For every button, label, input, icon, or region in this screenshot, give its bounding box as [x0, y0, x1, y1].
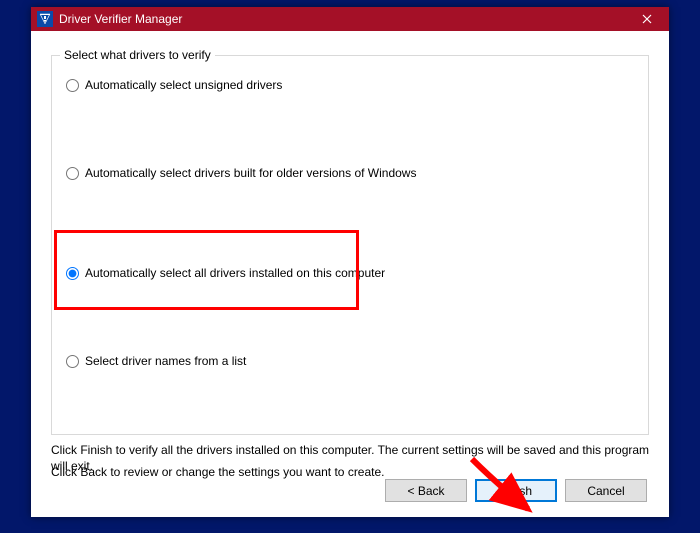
app-icon — [37, 11, 53, 27]
radio-label: Automatically select drivers built for o… — [85, 166, 416, 180]
radio-older-windows-drivers[interactable]: Automatically select drivers built for o… — [66, 166, 416, 180]
radio-label: Automatically select unsigned drivers — [85, 78, 282, 92]
close-icon — [642, 14, 652, 24]
radio-input[interactable] — [66, 79, 79, 92]
radio-input[interactable] — [66, 355, 79, 368]
radio-label: Automatically select all drivers install… — [85, 266, 385, 280]
close-button[interactable] — [624, 7, 669, 31]
groupbox-legend: Select what drivers to verify — [60, 48, 215, 62]
window-title: Driver Verifier Manager — [59, 12, 624, 26]
driver-select-groupbox: Select what drivers to verify Automatica… — [51, 55, 649, 435]
radio-unsigned-drivers[interactable]: Automatically select unsigned drivers — [66, 78, 282, 92]
radio-label: Select driver names from a list — [85, 354, 246, 368]
titlebar[interactable]: Driver Verifier Manager — [31, 7, 669, 31]
cancel-button[interactable]: Cancel — [565, 479, 647, 502]
radio-select-from-list[interactable]: Select driver names from a list — [66, 354, 246, 368]
button-row: < Back Finish Cancel — [385, 479, 647, 502]
radio-all-installed-drivers[interactable]: Automatically select all drivers install… — [66, 266, 385, 280]
dialog-window: Driver Verifier Manager Select what driv… — [31, 7, 669, 517]
finish-button[interactable]: Finish — [475, 479, 557, 502]
radio-input[interactable] — [66, 267, 79, 280]
back-button[interactable]: < Back — [385, 479, 467, 502]
client-area: Select what drivers to verify Automatica… — [31, 31, 669, 517]
radio-input[interactable] — [66, 167, 79, 180]
